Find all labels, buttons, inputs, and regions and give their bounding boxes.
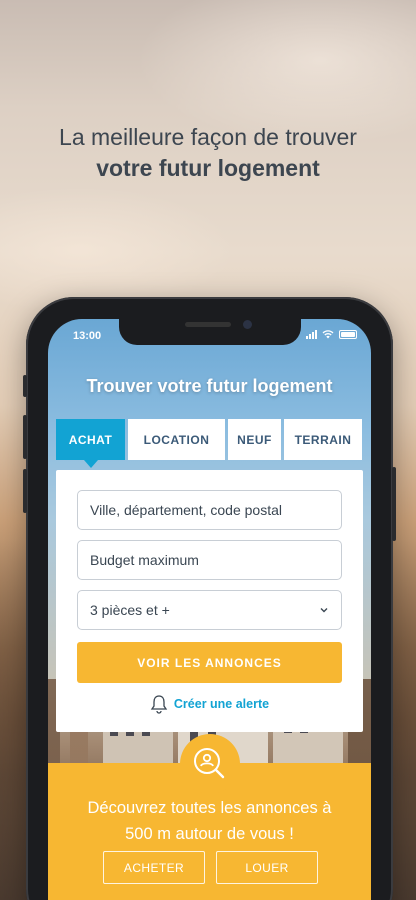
rooms-select[interactable]: 3 pièces et +: [77, 590, 342, 630]
promo-line-2: 500 m autour de vous !: [125, 825, 294, 843]
location-search-icon: [194, 748, 225, 779]
signal-icon: [306, 330, 317, 339]
marketing-headline: La meilleure façon de trouver votre futu…: [0, 122, 416, 184]
create-alert-link[interactable]: Créer une alerte: [56, 694, 363, 714]
tab-neuf[interactable]: NEUF: [228, 419, 281, 460]
buy-button[interactable]: ACHETER: [103, 851, 205, 884]
bell-icon: [150, 695, 168, 714]
phone-notch: [119, 319, 301, 345]
promo-text: Découvrez toutes les annonces à 500 m au…: [48, 795, 371, 847]
screen-title: Trouver votre futur logement: [86, 376, 333, 396]
headline-line-1: La meilleure façon de trouver: [59, 124, 357, 150]
create-alert-label: Créer une alerte: [173, 697, 270, 711]
status-icons: [306, 330, 357, 339]
speaker-grille: [185, 322, 231, 327]
budget-input[interactable]: Budget maximum: [77, 540, 342, 580]
see-listings-button[interactable]: VOIR LES ANNONCES: [77, 642, 342, 683]
chevron-down-icon: [320, 608, 328, 613]
tab-achat[interactable]: ACHAT: [56, 419, 125, 468]
tab-location[interactable]: LOCATION: [128, 419, 225, 460]
wifi-icon: [322, 330, 334, 339]
phone-volume-up: [23, 415, 27, 459]
transaction-tabs: ACHAT LOCATION NEUF TERRAIN: [56, 419, 362, 468]
phone-mute-switch: [23, 375, 27, 397]
phone-mockup: 13:00 Trouver votre futur logement ACHAT…: [23, 297, 396, 900]
tab-terrain[interactable]: TERRAIN: [284, 419, 362, 460]
promo-buttons: ACHETER LOUER: [103, 851, 318, 884]
rooms-select-value: 3 pièces et +: [90, 602, 170, 618]
battery-icon: [339, 330, 357, 339]
headline-line-2: votre futur logement: [96, 155, 320, 181]
phone-volume-down: [23, 469, 27, 513]
phone-power-button: [392, 467, 396, 541]
promo-badge: [180, 734, 240, 794]
location-input[interactable]: Ville, département, code postal: [77, 490, 342, 530]
promo-line-1: Découvrez toutes les annonces à: [87, 799, 332, 817]
rent-button[interactable]: LOUER: [216, 851, 318, 884]
search-form-card: Ville, département, code postal Budget m…: [56, 470, 363, 732]
front-camera: [243, 320, 252, 329]
status-time: 13:00: [73, 330, 102, 342]
phone-screen: 13:00 Trouver votre futur logement ACHAT…: [48, 319, 371, 900]
